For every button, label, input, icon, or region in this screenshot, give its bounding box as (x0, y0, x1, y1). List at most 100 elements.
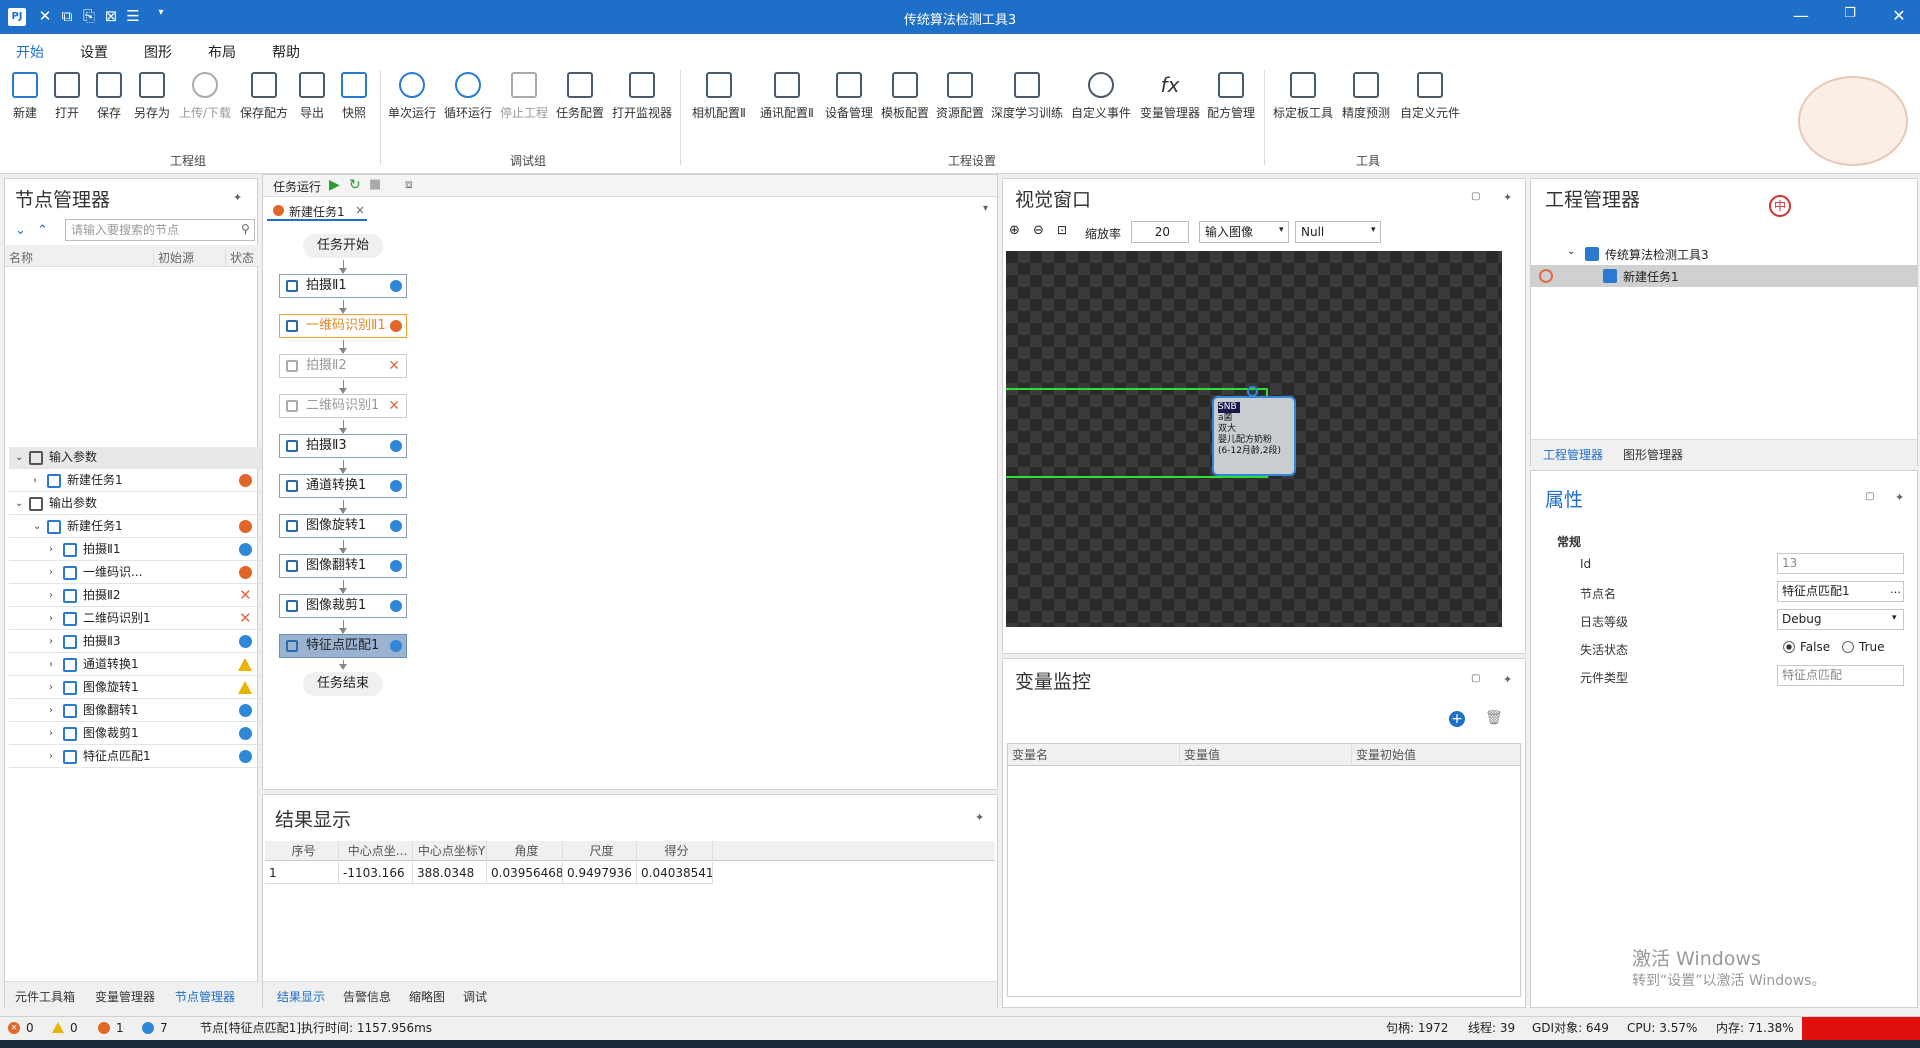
tree-row[interactable]: › 拍摄Ⅱ2 ✕ (9, 585, 263, 607)
snapshot-button[interactable]: 快照 (338, 72, 370, 121)
log-level-select[interactable]: Debug (1777, 609, 1904, 630)
expand-chevron-icon[interactable]: › (33, 470, 37, 491)
expand-chevron-icon[interactable]: › (49, 539, 53, 560)
expand-chevron-icon[interactable]: ⌄ (15, 447, 23, 468)
new-button[interactable]: 新建 (8, 72, 42, 121)
expand-chevron-icon[interactable]: › (49, 562, 53, 583)
flow-end[interactable]: 任务结束 (303, 672, 383, 696)
tree-row[interactable]: › 图像翻转1 (9, 700, 263, 722)
rotate-handle[interactable] (1247, 386, 1258, 397)
stop-project-button[interactable]: 停止工程 (498, 72, 550, 121)
node-name-field[interactable]: 特征点匹配1 (1777, 581, 1904, 602)
maximize-icon[interactable]: ▢ (1471, 191, 1480, 202)
calibration-tool-button[interactable]: 标定板工具 (1272, 72, 1334, 121)
restore-button[interactable]: ❐ (1835, 6, 1865, 21)
expand-chevron-icon[interactable]: › (49, 723, 53, 744)
node-search-input[interactable]: 请输入要搜索的节点 (65, 219, 255, 241)
save-recipe-button[interactable]: 保存配方 (238, 72, 290, 121)
expand-chevron-icon[interactable]: › (49, 585, 53, 606)
collapse-all-icon[interactable]: ⌃ (37, 223, 48, 238)
tree-row[interactable]: › 二维码识别1 ✕ (9, 608, 263, 630)
fit-icon[interactable]: ⊡ (1057, 223, 1067, 237)
tree-row[interactable]: › 图像裁剪1 (9, 723, 263, 745)
trash-icon[interactable]: 🗑 (1485, 710, 1503, 726)
screenshot-icon[interactable]: ⧈ (405, 177, 413, 192)
tree-row[interactable]: › 通道转换1 (9, 654, 263, 676)
flow-node[interactable]: 二维码识别1 ✕ (279, 394, 407, 418)
expand-all-icon[interactable]: ⌄ (15, 223, 26, 238)
flow-node[interactable]: 图像旋转1 (279, 514, 407, 538)
open-monitor-button[interactable]: 打开监视器 (610, 72, 674, 121)
tab-thumbnails[interactable]: 缩略图 (409, 988, 445, 1005)
zoom-in-icon[interactable]: ⊕ (1009, 223, 1020, 238)
tab-debug[interactable]: 调试 (463, 988, 487, 1005)
tree-row-task[interactable]: 新建任务1 (1531, 265, 1917, 287)
overlay-select[interactable]: Null (1295, 221, 1381, 243)
tree-row[interactable]: › 特征点匹配1 (9, 746, 263, 768)
flow-node[interactable]: 通道转换1 (279, 474, 407, 498)
single-run-button[interactable]: 单次运行 (386, 72, 438, 121)
zoom-out-icon[interactable]: ⊖ (1033, 223, 1044, 238)
resource-config-button[interactable]: 资源配置 (935, 72, 985, 121)
recipe-manager-button[interactable]: 配方管理 (1206, 72, 1256, 121)
tab-variable-manager[interactable]: 变量管理器 (95, 988, 155, 1005)
device-manager-button[interactable]: 设备管理 (824, 72, 874, 121)
pin-icon[interactable]: ✦ (1895, 491, 1904, 504)
pin-icon[interactable]: ✦ (1503, 673, 1512, 686)
expand-chevron-icon[interactable]: ⌄ (33, 516, 41, 537)
save-button[interactable]: 保存 (92, 72, 126, 121)
tab-component-toolbox[interactable]: 元件工具箱 (15, 988, 75, 1005)
menu-layout[interactable]: 布局 (208, 42, 236, 62)
close-button[interactable]: ✕ (1884, 6, 1914, 25)
false-radio[interactable] (1783, 641, 1795, 653)
variable-manager-button[interactable]: fx 变量管理器 (1138, 72, 1202, 121)
tree-row-root[interactable]: ⌄ 传统算法检测工具3 (1531, 243, 1917, 265)
tree-row[interactable]: › 新建任务1 (9, 470, 263, 492)
tree-row[interactable]: › 图像旋转1 (9, 677, 263, 699)
tab-alerts[interactable]: 告警信息 (343, 988, 391, 1005)
tree-row[interactable]: › 一维码识... (9, 562, 263, 584)
tab-results[interactable]: 结果显示 (277, 988, 325, 1005)
run-task-icon[interactable]: ▶ (329, 177, 340, 193)
custom-event-button[interactable]: 自定义事件 (1070, 72, 1132, 121)
menu-graphics[interactable]: 图形 (144, 42, 172, 62)
pin-icon[interactable]: ✦ (1503, 191, 1512, 204)
close-tab-icon[interactable]: × (355, 203, 365, 217)
pin-icon[interactable]: ✦ (233, 191, 242, 204)
flow-node[interactable]: 拍摄Ⅱ2 ✕ (279, 354, 407, 378)
flow-node[interactable]: 拍摄Ⅱ3 (279, 434, 407, 458)
tab-node-manager[interactable]: 节点管理器 (175, 988, 235, 1005)
tree-row[interactable]: ⌄ 新建任务1 (9, 516, 263, 538)
flow-node[interactable]: 图像裁剪1 (279, 594, 407, 618)
task-config-button[interactable]: 任务配置 (554, 72, 606, 121)
expand-chevron-icon[interactable]: › (49, 654, 53, 675)
menu-help[interactable]: 帮助 (272, 42, 300, 62)
open-button[interactable]: 打开 (50, 72, 84, 121)
save-as-button[interactable]: 另存为 (132, 72, 172, 121)
loop-run-button[interactable]: 循环运行 (442, 72, 494, 121)
precision-predict-button[interactable]: 精度预测 (1340, 72, 1392, 121)
expand-chevron-icon[interactable]: › (49, 631, 53, 652)
expand-chevron-icon[interactable]: › (49, 677, 53, 698)
id-field[interactable]: 13 (1777, 553, 1904, 574)
expand-chevron-icon[interactable]: ⌄ (15, 493, 23, 514)
more-icon[interactable]: … (1890, 583, 1901, 596)
tree-row[interactable]: › 拍摄Ⅱ3 (9, 631, 263, 653)
custom-component-button[interactable]: 自定义元件 (1398, 72, 1462, 121)
export-button[interactable]: 导出 (296, 72, 328, 121)
true-radio[interactable] (1842, 641, 1854, 653)
maximize-icon[interactable]: ▢ (1471, 673, 1480, 684)
flow-node[interactable]: 图像翻转1 (279, 554, 407, 578)
upload-download-button[interactable]: 上传/下载 (177, 72, 233, 121)
flow-start[interactable]: 任务开始 (303, 234, 383, 258)
expand-chevron-icon[interactable]: › (49, 746, 53, 767)
pin-icon[interactable]: ✦ (975, 811, 984, 824)
loop-task-icon[interactable]: ↻ (349, 177, 361, 193)
template-config-button[interactable]: 模板配置 (880, 72, 930, 121)
tab-task-1[interactable]: 新建任务1 × (267, 201, 367, 221)
add-variable-icon[interactable]: + (1449, 711, 1465, 727)
tab-project-manager[interactable]: 工程管理器 (1543, 446, 1603, 463)
flow-node[interactable]: 特征点匹配1 (279, 634, 407, 658)
expand-chevron-icon[interactable]: › (49, 608, 53, 629)
minimize-button[interactable]: — (1786, 6, 1816, 25)
